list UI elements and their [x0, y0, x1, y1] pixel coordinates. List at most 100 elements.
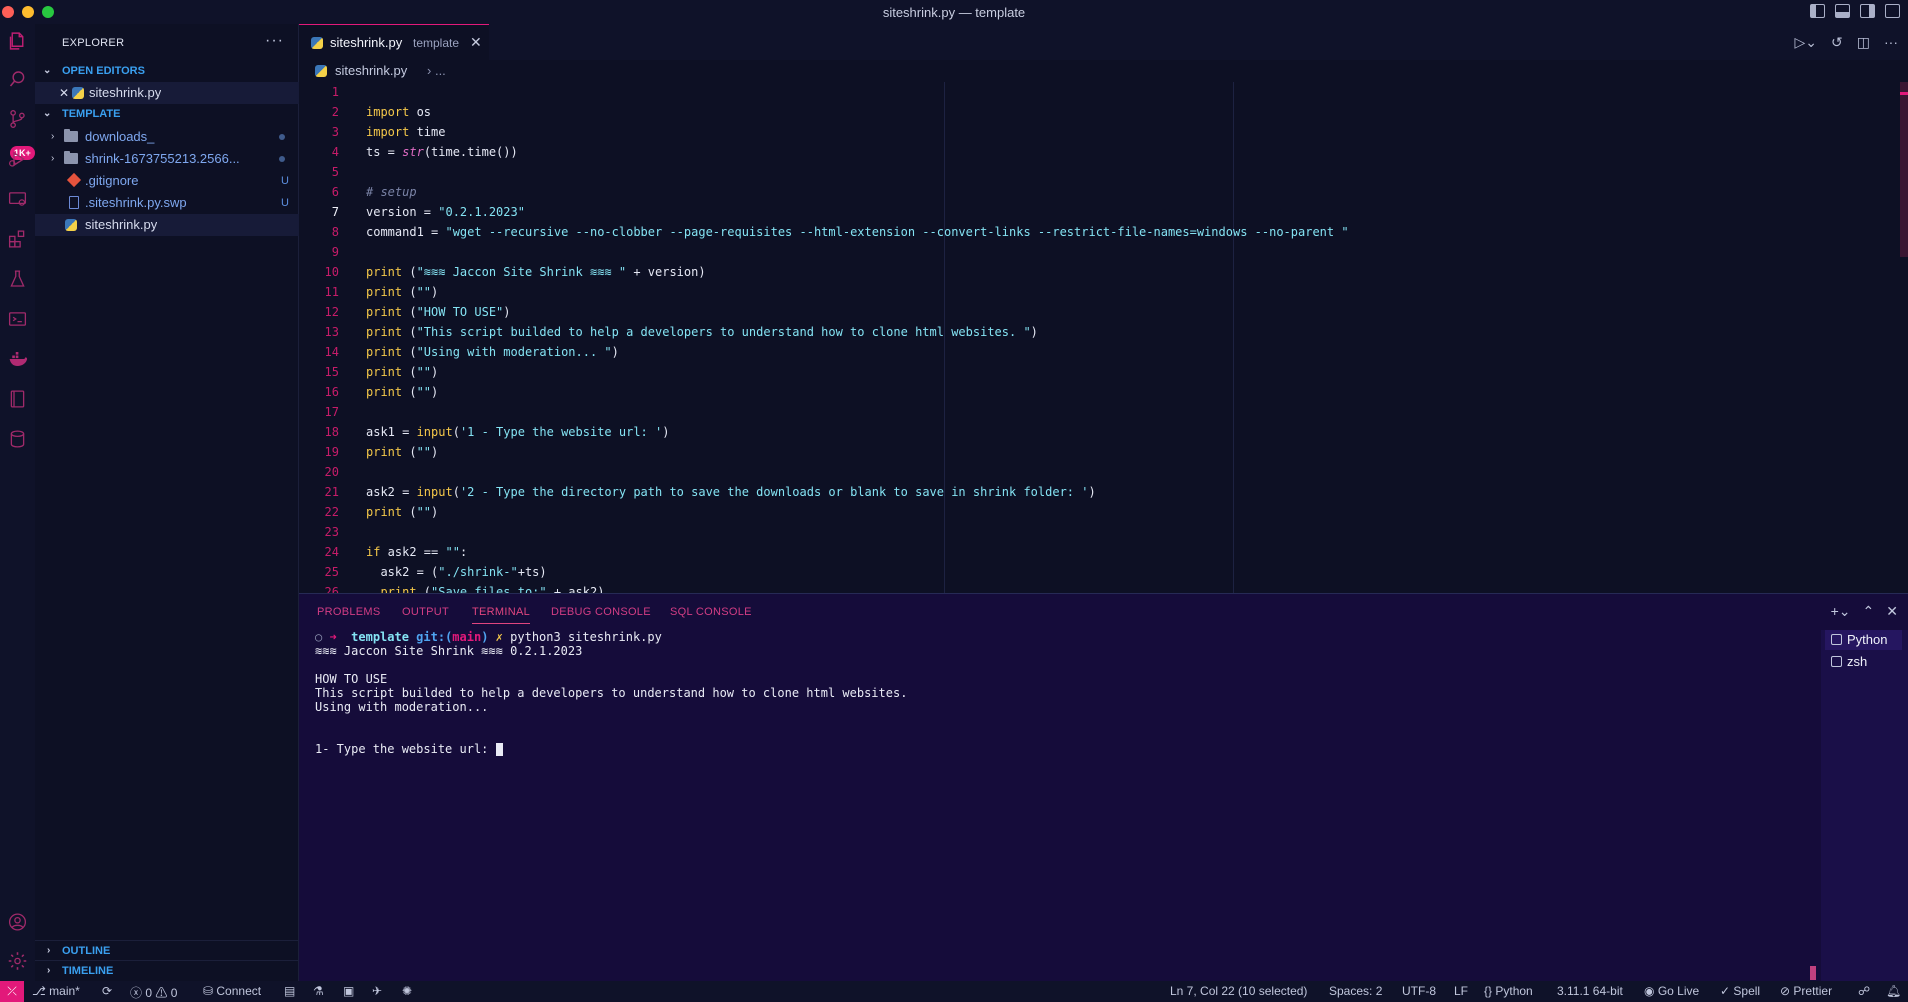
line-number: 18 — [324, 425, 339, 439]
testing-status-icon[interactable]: ⚗ — [313, 984, 324, 998]
line-ending[interactable]: LF — [1454, 984, 1468, 998]
code-line[interactable]: print ("") — [366, 442, 438, 462]
feedback-icon[interactable]: ☍ — [1858, 984, 1870, 998]
code-line[interactable]: print ("≋≋≋ Jaccon Site Shrink ≋≋≋ " + v… — [366, 262, 706, 282]
code-line[interactable]: version = "0.2.1.2023" — [366, 202, 525, 222]
terminal-icon[interactable] — [7, 308, 28, 329]
new-terminal-icon[interactable]: +⌄ — [1831, 603, 1851, 620]
docker-icon[interactable] — [7, 348, 28, 369]
spell-button[interactable]: ✓ Spell — [1720, 984, 1760, 998]
source-control-icon[interactable] — [7, 108, 28, 129]
template-folder-section[interactable]: ⌄ TEMPLATE — [35, 104, 299, 124]
terminal-input-line[interactable]: 1- Type the website url: — [315, 742, 503, 756]
notebook-status-icon[interactable]: ▤ — [284, 984, 295, 998]
python-interpreter[interactable]: 3.11.1 64-bit — [1557, 984, 1623, 998]
tab-sql-console[interactable]: SQL CONSOLE — [670, 606, 752, 618]
tree-item-shrink-folder[interactable]: › shrink-1673755213.2566... — [35, 148, 299, 170]
editor-scrollbar[interactable] — [1900, 82, 1908, 257]
code-line[interactable]: print ("") — [366, 282, 438, 302]
toggle-sidebar-icon[interactable] — [1810, 4, 1825, 18]
tree-item-siteshrink[interactable]: siteshrink.py — [35, 214, 299, 236]
tree-item-swp[interactable]: .siteshrink.py.swp U — [35, 192, 299, 214]
outline-section[interactable]: › OUTLINE — [35, 940, 299, 960]
connect-button[interactable]: ⛁ Connect — [203, 984, 261, 998]
code-line[interactable]: command1 = "wget --recursive --no-clobbe… — [366, 222, 1349, 242]
code-line[interactable]: ask2 = input('2 - Type the directory pat… — [366, 482, 1096, 502]
encoding[interactable]: UTF-8 — [1402, 984, 1436, 998]
branch-indicator[interactable]: ⎇ main* — [32, 984, 80, 998]
tree-item-gitignore[interactable]: .gitignore U — [35, 170, 299, 192]
go-live-button[interactable]: ◉ Go Live — [1644, 984, 1699, 998]
breadcrumb-file[interactable]: siteshrink.py — [335, 63, 407, 78]
terminal-item-python[interactable]: Python — [1825, 630, 1902, 650]
untracked-badge: U — [281, 197, 289, 209]
search-icon[interactable] — [7, 68, 28, 89]
customize-layout-icon[interactable] — [1885, 4, 1900, 18]
explorer-icon[interactable] — [7, 30, 28, 51]
more-actions-icon[interactable]: ··· — [1884, 34, 1898, 51]
remote-explorer-icon[interactable] — [7, 188, 28, 209]
code-line[interactable]: print ("Using with moderation... ") — [366, 342, 619, 362]
code-line[interactable]: # setup — [366, 182, 417, 202]
problems-indicator[interactable]: ⓧ 0 ⚠ 0 — [130, 984, 177, 1001]
code-line[interactable]: ask1 = input('1 - Type the website url: … — [366, 422, 669, 442]
code-line[interactable]: print ("") — [366, 362, 438, 382]
code-line[interactable]: print ("Save files to:" + ask2) — [366, 582, 604, 593]
code-editor[interactable]: 1 2 import os 3 import time 4 ts = str(time.ti… — [299, 82, 1908, 593]
code-line[interactable]: import os — [366, 102, 431, 122]
code-line[interactable]: if ask2 == "": — [366, 542, 467, 562]
language-mode[interactable]: {} Python — [1484, 984, 1533, 998]
code-line[interactable]: ts = str(time.time()) — [366, 142, 518, 162]
code-line[interactable]: ask2 = ("./shrink-"+ts) — [366, 562, 546, 582]
deploy-status-icon[interactable]: ✈ — [372, 984, 382, 998]
code-line[interactable]: print ("") — [366, 502, 438, 522]
tab-problems[interactable]: PROBLEMS — [317, 606, 381, 618]
close-icon[interactable]: ✕ — [59, 82, 69, 104]
notebook-icon[interactable] — [7, 388, 28, 409]
maximize-panel-icon[interactable]: ⌃ — [1863, 603, 1875, 620]
cursor-position[interactable]: Ln 7, Col 22 (10 selected) — [1170, 984, 1307, 998]
code-line[interactable]: print ("This script builded to help a de… — [366, 322, 1038, 342]
prettier-button[interactable]: ⊘ Prettier — [1780, 984, 1832, 998]
accounts-icon[interactable] — [7, 911, 28, 932]
terminal-scrollbar[interactable] — [1810, 966, 1816, 980]
indentation[interactable]: Spaces: 2 — [1329, 984, 1382, 998]
prompt-line: ○ ➜ template git:(main) ✗ python3 sitesh… — [315, 630, 662, 644]
close-tab-icon[interactable]: ✕ — [470, 34, 482, 51]
timeline-section[interactable]: › TIMELINE — [35, 960, 299, 981]
terminal-status-icon[interactable]: ▣ — [343, 984, 354, 998]
terminal-line: HOW TO USE — [315, 672, 388, 686]
close-panel-icon[interactable]: ✕ — [1886, 603, 1898, 620]
more-actions-icon[interactable]: ··· — [265, 32, 284, 50]
terminal-output[interactable]: ○ ➜ template git:(main) ✗ python3 sitesh… — [315, 630, 907, 756]
extension-status-icon[interactable]: ✺ — [402, 984, 412, 998]
code-line[interactable]: import time — [366, 122, 445, 142]
code-line[interactable]: print ("HOW TO USE") — [366, 302, 511, 322]
tab-output[interactable]: OUTPUT — [402, 606, 449, 618]
tab-debug-console[interactable]: DEBUG CONSOLE — [551, 606, 651, 618]
line-number: 16 — [324, 385, 339, 399]
tree-item-downloads[interactable]: › downloads_ — [35, 126, 299, 148]
timeline-history-icon[interactable]: ↺ — [1831, 34, 1843, 51]
terminal-line: Using with moderation... — [315, 700, 489, 714]
code-line[interactable]: print ("") — [366, 382, 438, 402]
notifications-bell-icon[interactable]: 🔔︎ — [1886, 984, 1901, 998]
toggle-panel-icon[interactable] — [1835, 4, 1850, 18]
toggle-secondary-sidebar-icon[interactable] — [1860, 4, 1875, 18]
extensions-icon[interactable] — [7, 228, 28, 249]
tab-terminal[interactable]: TERMINAL — [472, 606, 531, 624]
settings-gear-icon[interactable] — [7, 950, 28, 971]
open-editors-section[interactable]: ⌄ OPEN EDITORS — [35, 61, 299, 81]
remote-indicator-icon[interactable]: ⤫ — [0, 981, 24, 1002]
breadcrumb-symbols[interactable]: › ... — [427, 63, 446, 78]
run-debug-icon[interactable] — [7, 148, 28, 169]
open-editor-item[interactable]: ✕ siteshrink.py — [35, 82, 299, 104]
run-python-icon[interactable]: ▷⌄ — [1795, 34, 1818, 51]
testing-icon[interactable] — [7, 268, 28, 289]
untracked-badge: U — [281, 175, 289, 187]
database-icon[interactable] — [7, 428, 28, 449]
sync-icon[interactable]: ⟳ — [102, 984, 112, 998]
split-editor-icon[interactable]: ◫ — [1857, 34, 1870, 51]
terminal-item-zsh[interactable]: zsh — [1831, 652, 1867, 672]
tab-siteshrink[interactable]: siteshrink.py template ✕ — [299, 24, 489, 60]
